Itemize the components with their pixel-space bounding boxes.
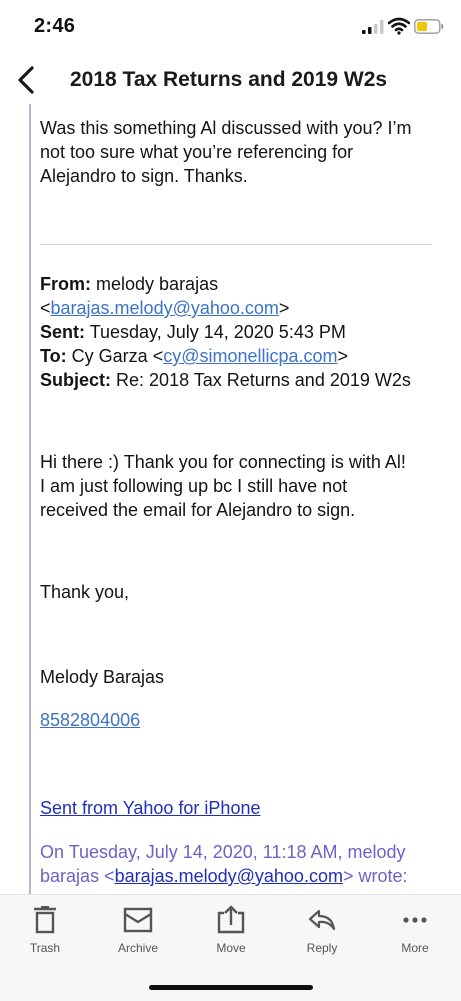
quote-bar — [29, 104, 31, 894]
archive-icon — [123, 907, 153, 933]
trash-button[interactable]: Trash — [5, 905, 85, 955]
to-email-link[interactable]: cy@simonellicpa.com — [163, 346, 337, 366]
quoted-header: On Tuesday, July 14, 2020, 11:18 AM, mel… — [40, 840, 407, 888]
wifi-icon — [388, 17, 410, 35]
trash-label: Trash — [29, 941, 61, 955]
home-indicator — [149, 985, 313, 990]
quoted-email-link[interactable]: barajas.melody@yahoo.com — [115, 866, 343, 886]
body-line: Hi there :) Thank you for connecting is … — [40, 452, 406, 472]
sent-from-yahoo-link[interactable]: Sent from Yahoo for iPhone — [40, 798, 260, 818]
move-icon — [217, 905, 245, 934]
sent-value: Tuesday, July 14, 2020 5:43 PM — [89, 322, 346, 342]
forward-header: From: melody barajas <barajas.melody@yah… — [40, 272, 411, 392]
from-email-row: <barajas.melody@yahoo.com> — [40, 298, 290, 318]
move-label: Move — [216, 941, 246, 955]
quoted-line: barajas <barajas.melody@yahoo.com> wrote… — [40, 864, 407, 888]
signature-name: Melody Barajas — [40, 667, 165, 687]
chevron-left-icon — [18, 66, 34, 94]
status-bar: 2:46 — [0, 0, 461, 56]
divider — [40, 244, 432, 245]
email-subject-title: 2018 Tax Returns and 2019 W2s — [70, 68, 388, 91]
subject-value: Re: 2018 Tax Returns and 2019 W2s — [116, 370, 411, 390]
from-name: melody barajas — [96, 274, 219, 294]
message-body: Hi there :) Thank you for connecting is … — [40, 450, 406, 522]
move-button[interactable]: Move — [191, 905, 271, 955]
from-email-link[interactable]: barajas.melody@yahoo.com — [51, 298, 279, 318]
reply-line: Was this something Al discussed with you… — [40, 118, 412, 138]
body-line: received the email for Alejandro to sign… — [40, 500, 356, 520]
to-name: Cy Garza — [71, 346, 148, 366]
battery-icon — [414, 19, 444, 34]
phone-number-row: 8582804006 — [40, 708, 140, 732]
subject-label: Subject: — [40, 370, 112, 390]
email-body[interactable]: Was this something Al discussed with you… — [0, 104, 461, 894]
more-label: More — [401, 941, 429, 955]
reply-text: Was this something Al discussed with you… — [40, 116, 412, 188]
to-row: To: Cy Garza <cy@simonellicpa.com> — [40, 346, 349, 366]
reply-line: not too sure what you’re referencing for — [40, 142, 354, 162]
to-label: To: — [40, 346, 67, 366]
archive-button[interactable]: Archive — [98, 905, 178, 955]
more-icon — [403, 917, 427, 923]
closing-text: Thank you, — [40, 582, 130, 602]
reply-button[interactable]: Reply — [282, 905, 362, 955]
from-row: From: melody barajas — [40, 272, 411, 296]
sent-from-row: Sent from Yahoo for iPhone — [40, 796, 260, 820]
cellular-signal-icon — [362, 20, 384, 34]
quoted-suffix: > wrote: — [342, 866, 408, 886]
quoted-line: On Tuesday, July 14, 2020, 11:18 AM, mel… — [40, 842, 406, 862]
archive-label: Archive — [117, 941, 158, 955]
more-button[interactable]: More — [375, 905, 455, 955]
reply-line: Alejandro to sign. Thanks. — [40, 166, 248, 186]
subject-row: Subject: Re: 2018 Tax Returns and 2019 W… — [40, 368, 411, 392]
from-label: From: — [40, 274, 91, 294]
back-button[interactable] — [10, 62, 44, 98]
nav-bar: 2018 Tax Returns and 2019 W2s — [0, 56, 461, 104]
trash-icon — [34, 906, 56, 934]
sent-label: Sent: — [40, 322, 85, 342]
reply-icon — [308, 909, 336, 931]
quoted-prefix: barajas < — [40, 866, 115, 886]
phone-link[interactable]: 8582804006 — [40, 710, 140, 730]
reply-label: Reply — [306, 941, 338, 955]
status-time: 2:46 — [34, 15, 76, 37]
body-line: I am just following up bc I still have n… — [40, 476, 348, 496]
sent-row: Sent: Tuesday, July 14, 2020 5:43 PM — [40, 320, 411, 344]
